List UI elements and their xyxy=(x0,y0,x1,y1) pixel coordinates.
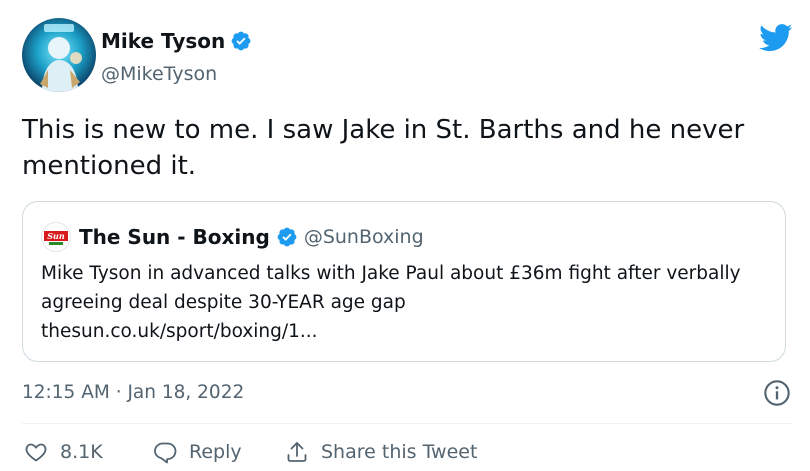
heart-icon xyxy=(25,443,47,462)
tweet-card: Mike Tyson @MikeTyson This is new to me.… xyxy=(0,0,810,471)
like-count: 8.1K xyxy=(60,441,103,463)
reply-button[interactable]: Reply xyxy=(153,440,242,464)
quoted-tweet[interactable]: Sun The Sun - Boxing @SunBoxing Mike Tys… xyxy=(22,201,786,362)
share-label: Share this Tweet xyxy=(321,441,478,463)
author-name[interactable]: Mike Tyson xyxy=(101,29,252,53)
divider xyxy=(22,423,792,424)
share-upload-icon xyxy=(287,442,307,462)
sun-logo-text: Sun xyxy=(44,231,68,241)
like-button[interactable]: 8.1K xyxy=(24,440,103,464)
quoted-tweet-link[interactable]: thesun.co.uk/sport/boxing/1... xyxy=(41,317,761,346)
sun-boxing-strip xyxy=(49,242,63,245)
tweet-timestamp[interactable]: 12:15 AM · Jan 18, 2022 xyxy=(22,381,244,405)
quoted-author-name: The Sun - Boxing xyxy=(79,225,270,249)
reply-label: Reply xyxy=(189,441,242,463)
quoted-author-handle: @SunBoxing xyxy=(303,226,424,248)
twitter-bird-icon[interactable] xyxy=(759,24,793,52)
reply-bubble-icon xyxy=(154,442,177,464)
verified-badge-icon xyxy=(277,227,297,247)
quoted-author-avatar[interactable]: Sun xyxy=(41,222,71,252)
author-avatar[interactable] xyxy=(22,18,96,92)
author-handle[interactable]: @MikeTyson xyxy=(101,62,217,86)
quoted-tweet-body: Mike Tyson in advanced talks with Jake P… xyxy=(41,259,761,346)
quoted-tweet-header: Sun The Sun - Boxing @SunBoxing xyxy=(41,222,424,252)
author-name-text[interactable]: Mike Tyson xyxy=(101,29,225,53)
verified-badge-icon xyxy=(231,31,251,51)
quoted-tweet-text: Mike Tyson in advanced talks with Jake P… xyxy=(41,263,741,313)
info-icon[interactable] xyxy=(763,379,791,407)
tweet-text: This is new to me. I saw Jake in St. Bar… xyxy=(22,115,745,181)
share-button[interactable]: Share this Tweet xyxy=(285,440,477,464)
fighter-avatar-icon xyxy=(40,24,82,92)
